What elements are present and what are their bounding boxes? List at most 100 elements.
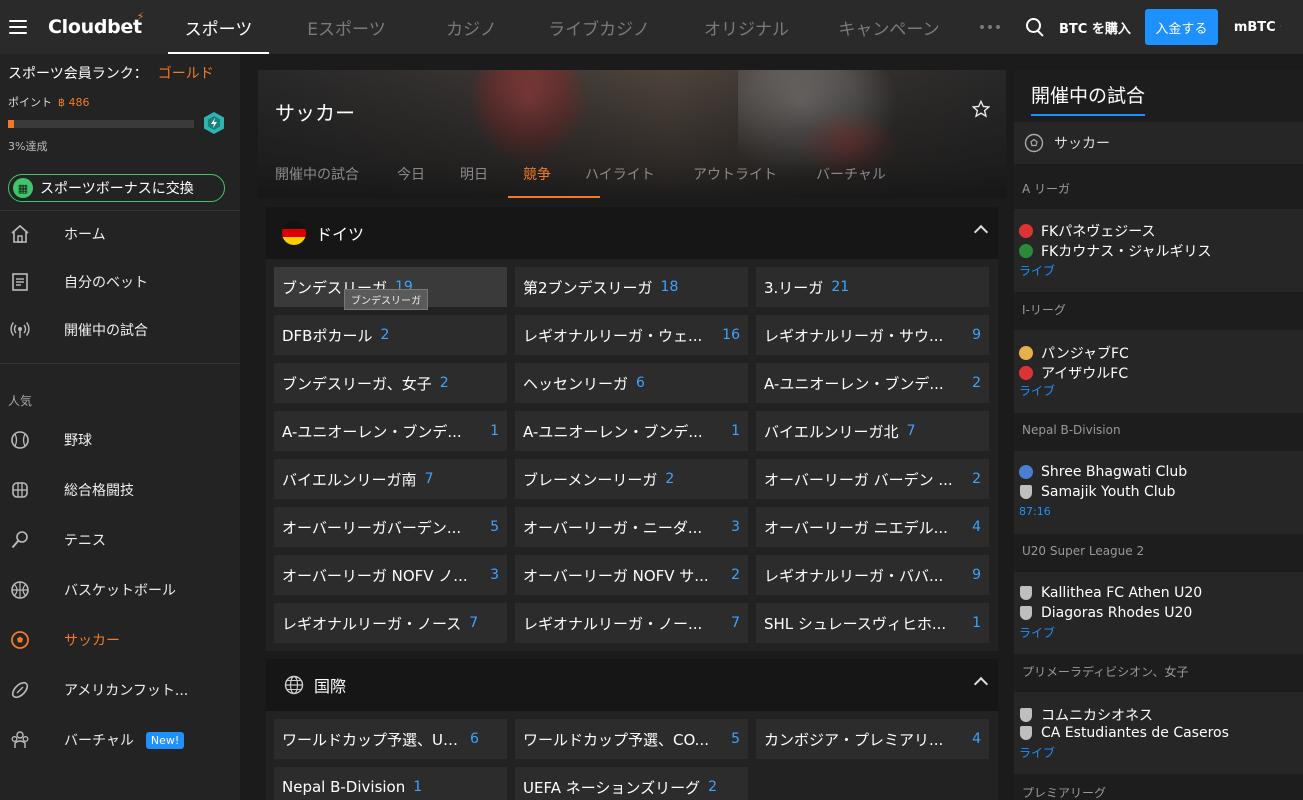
competition-link[interactable]: オーバーリーガ ニエデル... 4 [756,507,989,547]
search-icon[interactable] [1024,16,1046,38]
competition-name: レギオナルリーガ・ノー... [523,614,703,633]
competition-count: 9 [972,327,981,343]
tooltip: ブンデスリーガ [344,289,428,310]
live-match[interactable]: Shree Bhagwati Club Samajik Youth Club 8… [1014,451,1303,537]
competition-link[interactable]: オーバーリーガ NOFV サ... 2 [515,555,748,595]
live-match[interactable]: コムニカシオネス CA Estudiantes de Caseros ライブ [1014,692,1303,778]
competition-link[interactable]: A-ユニオーレン・ブンデ... 2 [756,363,989,403]
sidebar-item-tennis[interactable]: テニス [0,520,240,560]
chevron-up-icon[interactable] [973,224,989,240]
team-name: FKパネヴェジース [1041,224,1156,240]
nav-casino[interactable]: カジノ [424,0,519,54]
more-icon[interactable] [980,25,1004,29]
competition-link[interactable]: ワールドカップ予選、CO... 5 [515,719,748,759]
nav-sports[interactable]: スポーツ [168,0,269,54]
favorite-star-icon[interactable] [972,100,990,118]
competition-link[interactable]: A-ユニオーレン・ブンデ... 1 [274,411,507,451]
away-team: アイザウルFC [1019,363,1128,383]
competition-link[interactable]: オーバーリーガバーデン... 5 [274,507,507,547]
tab-virtual[interactable]: バーチャル [816,162,896,198]
globe-icon [284,675,304,695]
home-team: コムニカシオネス [1019,705,1153,725]
chevron-up-icon[interactable] [973,676,989,692]
competition-link[interactable]: ワールドカップ予選、UEFA 6 [274,719,507,759]
competition-link[interactable]: 第2ブンデスリーガ 18 [515,267,748,307]
competition-link[interactable]: ブンデスリーガ、女子 2 [274,363,507,403]
tab-outrights[interactable]: アウトライト [693,162,816,198]
betslip-icon [9,271,31,293]
competition-link[interactable]: 3.リーガ 21 [756,267,989,307]
tab-competitions[interactable]: 競争 [508,162,600,198]
live-matches-title[interactable]: 開催中の試合 [1031,81,1146,116]
competition-link[interactable]: レギオナルリーガ・サウ... 9 [756,315,989,355]
match-clock: 87:16 [1019,505,1051,518]
sidebar-item-virtual[interactable]: バーチャル New! [0,720,240,760]
exchange-bonus-button[interactable]: ▦ スポーツボーナスに交換 [8,174,225,202]
sidebar-item-live[interactable]: 開催中の試合 [0,310,240,350]
competition-link[interactable]: オーバーリーガ・ニーダ... 3 [515,507,748,547]
menu-icon[interactable] [9,20,27,34]
competition-link[interactable]: カンボジア・プレミアリ... 4 [756,719,989,759]
sidebar-item-baseball[interactable]: 野球 [0,420,240,460]
competition-link[interactable]: レギオナルリーガ・ノー... 7 [515,603,748,643]
competition-link[interactable]: レギオナルリーガ・ノース 7 [274,603,507,643]
balance[interactable]: mBTC 0 [1234,20,1281,35]
sidebar-item-american-football[interactable]: アメリカンフット... [0,670,240,710]
gift-icon: ▦ [13,178,33,198]
buy-btc-link[interactable]: BTC を購入 [1059,18,1131,37]
competition-link[interactable]: バイエルンリーガ南 7 [274,459,507,499]
live-match[interactable]: Kallithea FC Athen U20 Diagoras Rhodes U… [1014,572,1303,658]
sidebar-item-label: 総合格闘技 [64,483,134,499]
team-name: CA Estudiantes de Caseros [1041,725,1229,741]
match-status: ライブ [1019,264,1056,278]
shield-icon [1020,708,1032,722]
competition-link[interactable]: レギオナルリーガ・ウェ... 16 [515,315,748,355]
tab-tomorrow[interactable]: 明日 [460,162,523,198]
sidebar-item-basketball[interactable]: バスケットボール [0,570,240,610]
panel-header[interactable]: ドイツ [266,207,998,259]
competition-link[interactable]: UEFA ネーションズリーグ 2 [515,767,748,800]
competition-link[interactable]: オーバーリーガ NOFV ノ... 3 [274,555,507,595]
home-team: FKパネヴェジース [1019,221,1156,241]
competition-link[interactable]: オーバーリーガ バーデン ... 2 [756,459,989,499]
competition-count: 2 [708,779,718,795]
nav-esports[interactable]: Eスポーツ [269,0,424,54]
competition-count: 3 [490,567,499,583]
team-crest-icon [1019,244,1033,258]
team-name: パンジャブFC [1041,346,1129,362]
sidebar-item-home[interactable]: ホーム [0,214,240,254]
competition-link[interactable]: Nepal B-Division 1 [274,767,507,800]
home-team: パンジャブFC [1019,343,1129,363]
deposit-button[interactable]: 入金する [1144,9,1218,45]
competition-link[interactable]: DFBポカール 2 [274,315,507,355]
live-match[interactable]: FKパネヴェジース FKカウナス・ジャルギリス ライブ [1014,209,1303,295]
baseball-icon [9,429,31,451]
team-name: Shree Bhagwati Club [1041,464,1188,480]
competition-link[interactable]: ヘッセンリーガ 6 [515,363,748,403]
nav-originals[interactable]: オリジナル [679,0,814,54]
tab-live[interactable]: 開催中の試合 [275,162,397,198]
sport-group-soccer[interactable]: サッカー [1014,122,1303,164]
competition-link[interactable]: A-ユニオーレン・ブンデ... 1 [515,411,748,451]
shield-icon [1020,606,1032,620]
sidebar-item-my-bets[interactable]: 自分のベット [0,262,240,302]
live-match[interactable]: パンジャブFC アイザウルFC ライブ [1014,330,1303,416]
competition-link[interactable]: SHL シュレースヴィヒホ... 1 [756,603,989,643]
panel-header[interactable]: 国際 [266,659,998,711]
home-icon [9,223,31,245]
sidebar-item-mma[interactable]: 総合格闘技 [0,470,240,510]
tab-today[interactable]: 今日 [397,162,460,198]
sidebar-item-soccer[interactable]: サッカー [0,620,240,660]
competition-link[interactable]: ブレーメンーリーガ 2 [515,459,748,499]
rank-progress-bar [8,120,194,128]
logo[interactable]: Cloudbet ⚡ [48,10,148,38]
germany-flag-icon [282,221,306,245]
competition-name: レギオナルリーガ・ババ... [764,566,944,585]
tab-highlights[interactable]: ハイライト [585,162,693,198]
points-label: ポイント [8,96,52,109]
competition-link[interactable]: レギオナルリーガ・ババ... 9 [756,555,989,595]
nav-live-casino[interactable]: ライブカジノ [519,0,679,54]
competition-name: バイエルンリーガ南 [282,470,417,489]
nav-campaigns[interactable]: キャンペーン [814,0,964,54]
competition-link[interactable]: バイエルンリーガ北 7 [756,411,989,451]
